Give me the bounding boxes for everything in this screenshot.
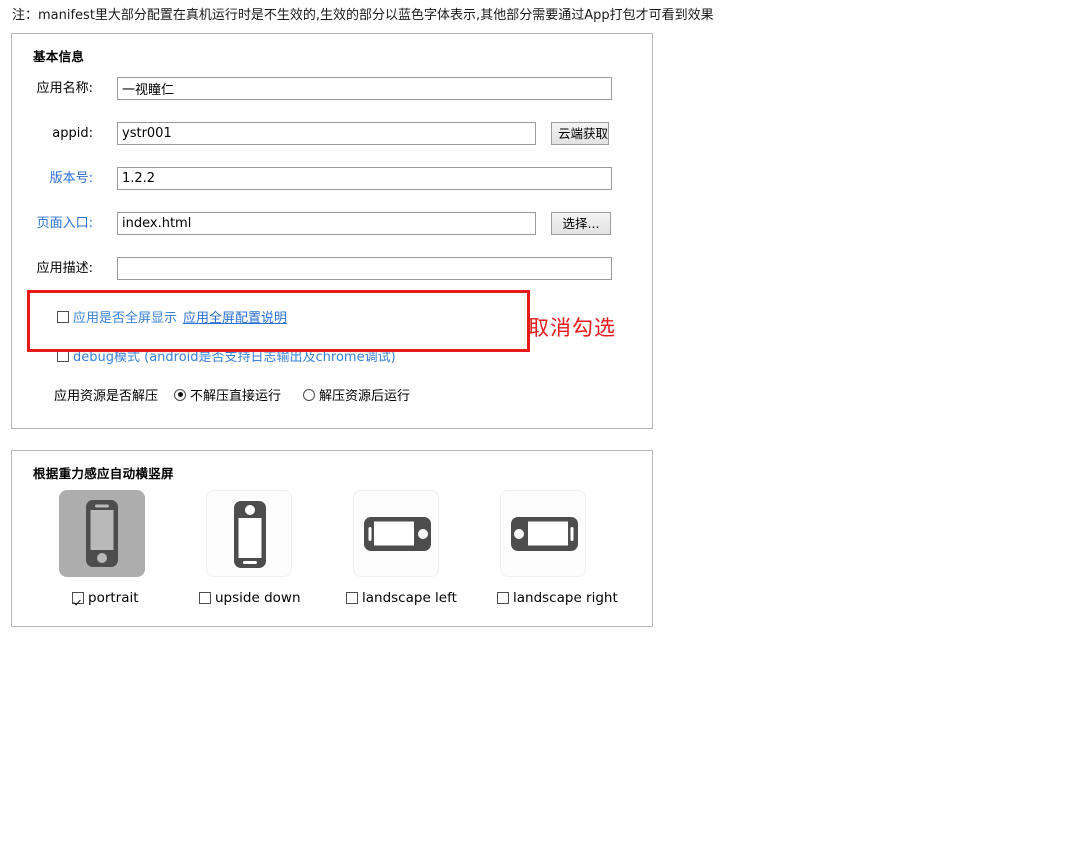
orientation-panel: 根据重力感应自动横竖屏 portrait upside down landsca…	[11, 450, 653, 627]
basic-info-panel: 基本信息 应用名称: appid: 云端获取 版本号: 页面入口: 选择... …	[11, 33, 653, 429]
unzip-label: 应用资源是否解压	[54, 389, 159, 404]
cloud-fetch-button[interactable]: 云端获取	[551, 122, 609, 145]
phone-upside-down-icon	[207, 491, 291, 578]
basic-info-title: 基本信息	[33, 49, 85, 64]
orientation-checkbox-row-landscape-right[interactable]: landscape right	[497, 590, 618, 606]
fullscreen-checkbox[interactable]	[57, 310, 69, 323]
entry-page-label: 页面入口:	[36, 216, 93, 231]
orientation-label-landscape-right: landscape right	[513, 590, 618, 606]
app-name-input[interactable]	[117, 77, 612, 100]
choose-file-button[interactable]: 选择...	[551, 212, 611, 235]
unzip-radio-no-extract[interactable]	[174, 388, 187, 401]
app-desc-input[interactable]	[117, 257, 612, 280]
fullscreen-help-link[interactable]: 应用全屏配置说明	[183, 307, 287, 326]
orientation-checkbox-landscape-right[interactable]	[497, 592, 509, 604]
unzip-option-no-extract-label: 不解压直接运行	[190, 389, 282, 404]
phone-portrait-icon	[59, 490, 145, 577]
orientation-label-landscape-left: landscape left	[362, 590, 457, 606]
orientation-checkbox-portrait[interactable]	[72, 592, 84, 604]
app-desc-label: 应用描述:	[36, 261, 93, 276]
appid-label: appid:	[52, 126, 93, 141]
fullscreen-option-row[interactable]: 应用是否全屏显示 应用全屏配置说明	[57, 307, 287, 326]
unzip-option-row: 应用资源是否解压 不解压直接运行 解压资源后运行	[54, 385, 410, 404]
orientation-title: 根据重力感应自动横竖屏	[33, 466, 174, 481]
fullscreen-label: 应用是否全屏显示	[73, 311, 178, 326]
unzip-option-extract[interactable]: 解压资源后运行	[303, 385, 410, 404]
orientation-checkbox-row-upside-down[interactable]: upside down	[199, 590, 301, 606]
orientation-tile-portrait[interactable]	[59, 490, 145, 577]
debug-label: debug模式 (android是否支持日志输出及chrome调试)	[73, 350, 396, 365]
orientation-tile-upside-down[interactable]	[206, 490, 292, 577]
orientation-checkbox-upside-down[interactable]	[199, 592, 211, 604]
orientation-tile-landscape-left[interactable]	[353, 490, 439, 577]
orientation-checkbox-row-portrait[interactable]: portrait	[72, 590, 139, 606]
unzip-option-extract-label: 解压资源后运行	[319, 389, 411, 404]
orientation-checkbox-landscape-left[interactable]	[346, 592, 358, 604]
phone-landscape-left-icon	[354, 491, 438, 578]
annotation-text: 取消勾选	[528, 316, 616, 340]
app-name-label: 应用名称:	[36, 81, 93, 96]
orientation-label-upside-down: upside down	[215, 590, 301, 606]
orientation-label-portrait: portrait	[88, 590, 139, 606]
unzip-radio-extract[interactable]	[303, 388, 316, 401]
debug-option-row[interactable]: debug模式 (android是否支持日志输出及chrome调试)	[57, 346, 396, 365]
orientation-tile-landscape-right[interactable]	[500, 490, 586, 577]
entry-page-input[interactable]	[117, 212, 536, 235]
unzip-option-no-extract[interactable]: 不解压直接运行	[174, 385, 281, 404]
manifest-note: 注：manifest里大部分配置在真机运行时是不生效的,生效的部分以蓝色字体表示…	[12, 8, 714, 23]
phone-landscape-right-icon	[501, 491, 585, 578]
appid-input[interactable]	[117, 122, 536, 145]
debug-checkbox[interactable]	[57, 349, 69, 362]
version-input[interactable]	[117, 167, 612, 190]
orientation-checkbox-row-landscape-left[interactable]: landscape left	[346, 590, 457, 606]
version-label: 版本号:	[49, 171, 93, 186]
